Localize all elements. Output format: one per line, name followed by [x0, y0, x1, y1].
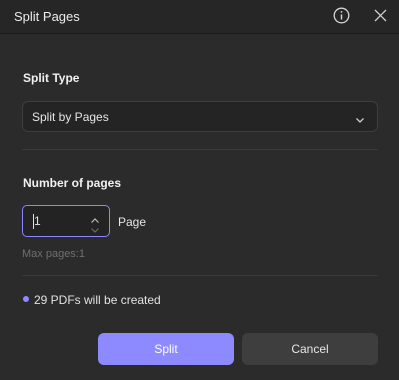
divider	[22, 275, 378, 276]
pages-input-value[interactable]: 1	[34, 214, 41, 228]
status-text: 29 PDFs will be created	[34, 293, 161, 307]
split-button[interactable]: Split	[98, 333, 234, 365]
chevron-up-icon[interactable]	[89, 212, 101, 223]
cancel-button[interactable]: Cancel	[242, 333, 378, 365]
split-type-select[interactable]: Split by Pages	[22, 101, 378, 132]
dialog-title: Split Pages	[14, 9, 80, 24]
pages-stepper[interactable]: 1	[22, 205, 110, 237]
split-pages-dialog: Split Pages Split Type Split by Pages Nu…	[0, 0, 399, 380]
chevron-down-icon	[355, 112, 365, 123]
info-icon[interactable]	[333, 7, 350, 24]
pages-unit-label: Page	[118, 215, 147, 229]
close-icon[interactable]	[373, 8, 388, 23]
number-of-pages-label: Number of pages	[23, 176, 122, 190]
divider	[22, 149, 378, 150]
split-type-label: Split Type	[23, 71, 80, 85]
status-dot	[23, 296, 29, 302]
dialog-titlebar: Split Pages	[0, 0, 399, 34]
chevron-down-icon[interactable]	[89, 222, 101, 233]
split-type-selected-value: Split by Pages	[32, 110, 109, 124]
max-pages-hint: Max pages:1	[22, 248, 85, 260]
